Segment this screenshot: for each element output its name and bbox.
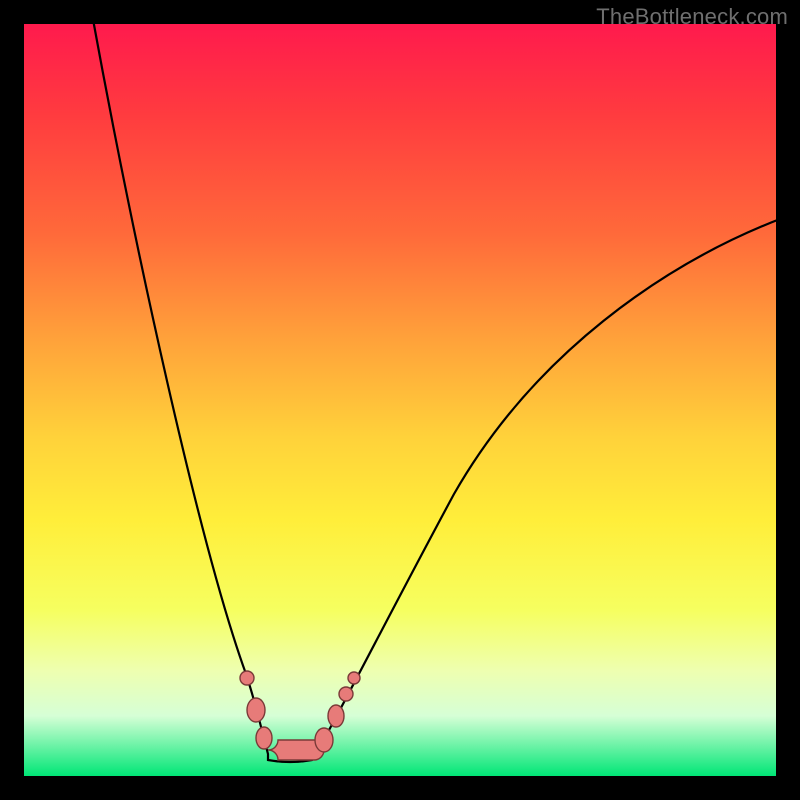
- bead: [247, 698, 265, 722]
- bead: [256, 727, 272, 749]
- bead: [339, 687, 353, 701]
- bead: [348, 672, 360, 684]
- curve-path: [92, 14, 780, 762]
- watermark-text: TheBottleneck.com: [596, 4, 788, 30]
- bead: [240, 671, 254, 685]
- bead: [315, 728, 333, 752]
- bottleneck-curve: [24, 24, 776, 776]
- chart-plot-area: [24, 24, 776, 776]
- bead: [328, 705, 344, 727]
- bead-cluster: [240, 671, 360, 760]
